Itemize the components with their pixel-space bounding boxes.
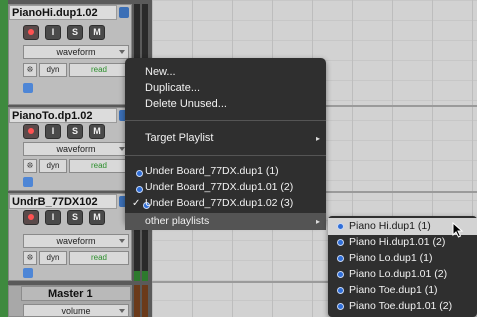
track-view-selector[interactable]: waveform [23, 142, 129, 156]
input-monitor-button[interactable]: I [45, 210, 61, 225]
submenu-item[interactable]: Piano Toe.dup1.01 (2) [349, 300, 452, 312]
dyn-button[interactable]: dyn [39, 159, 67, 173]
menu-item-playlist-current[interactable]: Under Board_77DX.dup1.02 (3) [145, 197, 293, 209]
solo-button[interactable]: S [67, 210, 83, 225]
track-name-field[interactable]: PianoHi.dup1.02 [9, 5, 117, 20]
playlist-bullet-icon [136, 186, 143, 193]
track-view-selector[interactable]: volume [23, 304, 129, 317]
menu-item-other-playlists[interactable]: other playlists [145, 215, 209, 227]
submenu-item[interactable]: Piano Hi.dup1 (1) [349, 220, 431, 232]
track-view-selector[interactable]: waveform [23, 45, 129, 59]
menu-item-new[interactable]: New... [145, 66, 176, 78]
automation-icon[interactable]: ❊ [23, 63, 37, 77]
track-1: PianoHi.dup1.02 I S M waveform ❊ dyn rea… [8, 4, 132, 105]
automation-mode-selector[interactable]: read [69, 63, 129, 77]
playlist-bullet-icon [337, 271, 344, 278]
track-2: PianoTo.dp1.02 I S M waveform ❊ dyn read [8, 107, 132, 191]
record-enable-button[interactable] [23, 25, 39, 40]
solo-button[interactable]: S [67, 124, 83, 139]
master-track: Master 1 volume [8, 285, 132, 317]
track-name: PianoHi.dup1.02 [12, 7, 98, 19]
other-playlists-submenu: Piano Hi.dup1 (1) Piano Hi.dup1.01 (2) P… [328, 216, 477, 317]
playlist-bullet-icon [337, 223, 344, 230]
dyn-button[interactable]: dyn [39, 63, 67, 77]
menu-item-delete-unused[interactable]: Delete Unused... [145, 98, 227, 110]
menu-item-target-playlist[interactable]: Target Playlist [145, 132, 213, 144]
automation-mode-selector[interactable]: read [69, 159, 129, 173]
menu-separator [125, 120, 326, 121]
submenu-item[interactable]: Piano Lo.dup1 (1) [349, 252, 432, 264]
track-name: Master 1 [48, 288, 93, 300]
track-name-field[interactable]: UndrB_77DX102 [9, 194, 117, 209]
mute-button[interactable]: M [89, 124, 105, 139]
playlist-bullet-icon [337, 255, 344, 262]
timebase-icon[interactable] [23, 177, 33, 187]
track-name-field[interactable]: Master 1 [21, 286, 131, 301]
checkmark-icon: ✓ [132, 198, 141, 209]
automation-row: ❊ dyn read [23, 63, 129, 77]
playlist-bullet-icon [337, 239, 344, 246]
track-color-strip [0, 0, 8, 317]
input-monitor-button[interactable]: I [45, 124, 61, 139]
track-name-field[interactable]: PianoTo.dp1.02 [9, 108, 117, 123]
submenu-item[interactable]: Piano Lo.dup1.01 (2) [349, 268, 447, 280]
playlist-bullet-icon [337, 303, 344, 310]
track-3: UndrB_77DX102 I S M waveform ❊ dyn read [8, 193, 132, 281]
level-meter [142, 285, 148, 317]
automation-icon[interactable]: ❊ [23, 251, 37, 265]
submenu-arrow-icon: ▸ [315, 217, 320, 226]
mute-button[interactable]: M [89, 25, 105, 40]
playlist-bullet-icon [136, 170, 143, 177]
menu-item-playlist[interactable]: Under Board_77DX.dup1.01 (2) [145, 181, 293, 193]
mouse-cursor-icon [452, 222, 464, 238]
timebase-icon[interactable] [23, 268, 33, 278]
submenu-item[interactable]: Piano Toe.dup1 (1) [349, 284, 438, 296]
record-enable-button[interactable] [23, 124, 39, 139]
dyn-button[interactable]: dyn [39, 251, 67, 265]
mute-button[interactable]: M [89, 210, 105, 225]
submenu-arrow-icon: ▸ [315, 134, 320, 143]
solo-button[interactable]: S [67, 25, 83, 40]
track-name: UndrB_77DX102 [12, 196, 98, 208]
submenu-item[interactable]: Piano Hi.dup1.01 (2) [349, 236, 445, 248]
input-monitor-button[interactable]: I [45, 25, 61, 40]
automation-icon[interactable]: ❊ [23, 159, 37, 173]
level-meter [134, 285, 140, 317]
playlist-menu: New... Duplicate... Delete Unused... Tar… [125, 58, 326, 230]
menu-item-duplicate[interactable]: Duplicate... [145, 82, 200, 94]
menu-item-playlist[interactable]: Under Board_77DX.dup1 (1) [145, 165, 279, 177]
track-name: PianoTo.dp1.02 [12, 110, 93, 122]
track-view-selector[interactable]: waveform [23, 234, 129, 248]
automation-row: ❊ dyn read [23, 251, 129, 265]
automation-mode-selector[interactable]: read [69, 251, 129, 265]
menu-separator [125, 155, 326, 156]
record-enable-button[interactable] [23, 210, 39, 225]
playlist-bullet-icon [337, 287, 344, 294]
track-color-button[interactable] [119, 7, 129, 18]
timebase-icon[interactable] [23, 83, 33, 93]
automation-row: ❊ dyn read [23, 159, 129, 173]
